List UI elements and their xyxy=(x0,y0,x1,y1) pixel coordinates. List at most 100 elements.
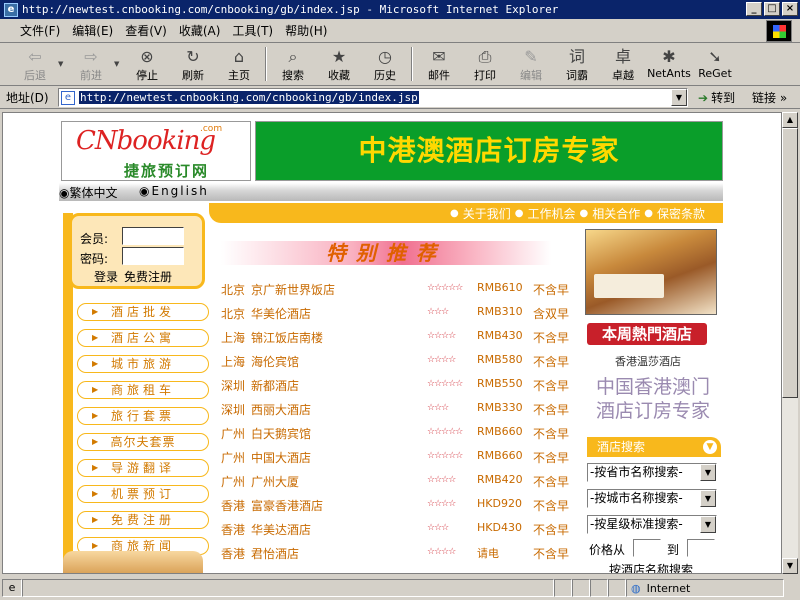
address-dropdown-icon[interactable]: ▼ xyxy=(671,89,687,106)
hotel-row[interactable]: 香港 华美达酒店 ☆☆☆ HKD430 不含早 xyxy=(217,521,581,539)
hotel-row[interactable]: 上海 锦江饭店南楼 ☆☆☆☆ RMB430 不含早 xyxy=(217,329,581,347)
forward-button[interactable]: ⇨ 前进 xyxy=(68,44,114,84)
menu-tools[interactable]: 工具(T) xyxy=(226,21,279,41)
select-dropdown-icon[interactable]: ▼ xyxy=(700,516,716,533)
left-column: 会员: 密码: 登录 免费注册 酒店批发 酒店公寓 城市旅游 商旅租车 旅行套票… xyxy=(61,213,209,573)
hotel-row[interactable]: 广州 广州大厦 ☆☆☆☆ RMB420 不含早 xyxy=(217,473,581,491)
hotel-name[interactable]: 君怡酒店 xyxy=(251,545,299,562)
home-button[interactable]: ⌂ 主页 xyxy=(216,44,262,84)
menu-car-rental[interactable]: 商旅租车 xyxy=(77,381,209,399)
member-input[interactable] xyxy=(122,227,184,245)
go-button[interactable]: ➔ 转到 xyxy=(698,89,735,106)
toolbar: ⇦ 后退 ▼ ⇨ 前进 ▼ ⊗ 停止 ↻ 刷新 ⌂ 主页 ⌕ 搜索 ★ 收藏 ◷ 历史 ✉ 邮件 … xyxy=(0,44,800,86)
maximize-button[interactable]: □ xyxy=(764,2,780,16)
joyo-button[interactable]: 卓卓越 xyxy=(600,44,646,84)
ciba-button[interactable]: 词词霸 xyxy=(554,44,600,84)
hot-hotel-name[interactable]: 香港温莎酒店 xyxy=(583,353,713,369)
hotel-name[interactable]: 广州大厦 xyxy=(251,473,299,490)
menu-file[interactable]: 文件(F) xyxy=(14,21,66,41)
history-button[interactable]: ◷ 历史 xyxy=(362,44,408,84)
close-button[interactable]: × xyxy=(782,2,798,16)
page-viewport: CNbooking .com 捷旅预订网 中港澳酒店订房专家 ◉繁体中文 ◉En… xyxy=(2,112,782,574)
register-link[interactable]: 免费注册 xyxy=(124,268,172,285)
menu-view[interactable]: 查看(V) xyxy=(119,21,173,41)
chevron-down-icon[interactable]: ▼ xyxy=(703,440,717,454)
hotel-row[interactable]: 广州 中国大酒店 ☆☆☆☆☆ RMB660 不含早 xyxy=(217,449,581,467)
lang-english[interactable]: ◉English xyxy=(139,184,209,198)
menu-hotel-apartment[interactable]: 酒店公寓 xyxy=(77,329,209,347)
hotel-meal: 不含早 xyxy=(533,451,570,465)
hotel-name[interactable]: 白天鹅宾馆 xyxy=(251,425,311,442)
hotel-name[interactable]: 海伦宾馆 xyxy=(251,353,299,370)
netants-button[interactable]: ✱ NetAnts xyxy=(646,44,692,84)
hotel-stars: ☆☆☆☆☆ xyxy=(427,379,463,389)
select-dropdown-icon[interactable]: ▼ xyxy=(700,490,716,507)
forward-dropdown-icon[interactable]: ▼ xyxy=(114,44,124,84)
nav-partners[interactable]: 相关合作 xyxy=(588,205,644,222)
hotel-row[interactable]: 香港 君怡酒店 ☆☆☆☆ 请电 不含早 xyxy=(217,545,581,563)
select-dropdown-icon[interactable]: ▼ xyxy=(700,464,716,481)
hotel-row[interactable]: 北京 京广新世界饭店 ☆☆☆☆☆ RMB610 不含早 xyxy=(217,281,581,299)
menu-golf-package[interactable]: 高尔夫套票 xyxy=(77,433,209,451)
nav-privacy[interactable]: 保密条款 xyxy=(653,205,709,222)
hotel-row[interactable]: 深圳 西丽大酒店 ☆☆☆ RMB330 不含早 xyxy=(217,401,581,419)
print-button[interactable]: ⎙ 打印 xyxy=(462,44,508,84)
price-to-input[interactable] xyxy=(687,539,715,557)
price-from-input[interactable] xyxy=(633,539,661,557)
search-button[interactable]: ⌕ 搜索 xyxy=(270,44,316,84)
lang-traditional[interactable]: ◉繁体中文 xyxy=(59,184,118,201)
cnbooking-logo[interactable]: CNbooking .com 捷旅预订网 xyxy=(61,121,251,181)
hotel-row[interactable]: 香港 富豪香港酒店 ☆☆☆☆ HKD920 不含早 xyxy=(217,497,581,515)
menu-favorites[interactable]: 收藏(A) xyxy=(173,21,227,41)
links-button[interactable]: 链接 » xyxy=(752,89,787,106)
hotel-row[interactable]: 北京 华美伦酒店 ☆☆☆ RMB310 含双早 xyxy=(217,305,581,323)
special-recommend-section: 特别推荐 北京 京广新世界饭店 ☆☆☆☆☆ RMB610 不含早 北京 华美伦酒店 ☆☆☆ RM… xyxy=(217,233,581,573)
mail-button[interactable]: ✉ 邮件 xyxy=(416,44,462,84)
menu-edit[interactable]: 编辑(E) xyxy=(66,21,119,41)
address-url[interactable]: http://newtest.cnbooking.com/cnbooking/g… xyxy=(79,91,419,104)
favorites-button[interactable]: ★ 收藏 xyxy=(316,44,362,84)
hotel-name[interactable]: 富豪香港酒店 xyxy=(251,497,323,514)
hotel-name[interactable]: 京广新世界饭店 xyxy=(251,281,335,298)
menu-travel-package[interactable]: 旅行套票 xyxy=(77,407,209,425)
hotel-city: 深圳 xyxy=(221,403,246,417)
back-dropdown-icon[interactable]: ▼ xyxy=(58,44,68,84)
vertical-scrollbar[interactable]: ▲ ▼ xyxy=(782,112,798,574)
stop-button[interactable]: ⊗ 停止 xyxy=(124,44,170,84)
menu-guide-translation[interactable]: 导游翻译 xyxy=(77,459,209,477)
hotel-photo[interactable] xyxy=(585,229,717,315)
reget-button[interactable]: ➘ ReGet xyxy=(692,44,738,84)
city-select[interactable]: -按城市名称搜索- ▼ xyxy=(587,489,717,508)
status-zone: ◍ Internet xyxy=(626,579,784,597)
login-link[interactable]: 登录 xyxy=(94,268,118,285)
menu-city-tour[interactable]: 城市旅游 xyxy=(77,355,209,373)
hotel-name[interactable]: 锦江饭店南楼 xyxy=(251,329,323,346)
menu-free-register[interactable]: 免费注册 xyxy=(77,511,209,529)
address-input[interactable]: e http://newtest.cnbooking.com/cnbooking… xyxy=(58,88,688,107)
scroll-down-icon[interactable]: ▼ xyxy=(782,558,798,574)
edit-button[interactable]: ✎ 编辑 xyxy=(508,44,554,84)
hotel-name[interactable]: 华美伦酒店 xyxy=(251,305,311,322)
hotel-row[interactable]: 上海 海伦宾馆 ☆☆☆☆ RMB580 不含早 xyxy=(217,353,581,371)
nav-jobs[interactable]: 工作机会 xyxy=(523,205,579,222)
hotel-stars: ☆☆☆ xyxy=(427,523,449,533)
menu-hotel-wholesale[interactable]: 酒店批发 xyxy=(77,303,209,321)
hotel-row[interactable]: 广州 白天鹅宾馆 ☆☆☆☆☆ RMB660 不含早 xyxy=(217,425,581,443)
scroll-up-icon[interactable]: ▲ xyxy=(782,112,798,128)
back-button[interactable]: ⇦ 后退 xyxy=(12,44,58,84)
password-input[interactable] xyxy=(122,247,184,265)
scroll-thumb[interactable] xyxy=(782,128,798,398)
refresh-button[interactable]: ↻ 刷新 xyxy=(170,44,216,84)
province-select[interactable]: -按省市名称搜索- ▼ xyxy=(587,463,717,482)
menu-air-ticket[interactable]: 机票预订 xyxy=(77,485,209,503)
minimize-button[interactable]: _ xyxy=(746,2,762,16)
hotel-name[interactable]: 中国大酒店 xyxy=(251,449,311,466)
nav-about[interactable]: 关于我们 xyxy=(459,205,515,222)
hotel-name[interactable]: 西丽大酒店 xyxy=(251,401,311,418)
menu-help[interactable]: 帮助(H) xyxy=(279,21,333,41)
star-select[interactable]: -按星级标准搜索- ▼ xyxy=(587,515,717,534)
hotel-name[interactable]: 华美达酒店 xyxy=(251,521,311,538)
hotel-row[interactable]: 深圳 新都酒店 ☆☆☆☆☆ RMB550 不含早 xyxy=(217,377,581,395)
hotel-name[interactable]: 新都酒店 xyxy=(251,377,299,394)
banner[interactable]: 中港澳酒店订房专家 xyxy=(255,121,723,181)
